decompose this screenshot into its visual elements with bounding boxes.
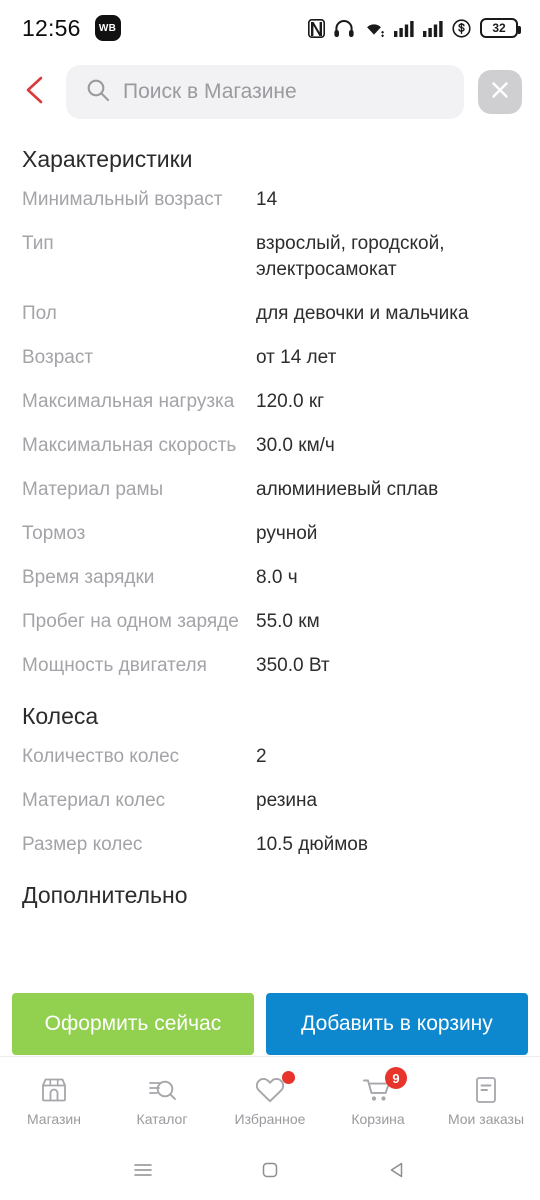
orders-icon	[472, 1074, 500, 1106]
wifi-icon	[363, 19, 385, 38]
nfc-icon	[308, 18, 325, 38]
spec-row: Пол для девочки и мальчика	[22, 301, 518, 327]
spec-row: Количество колес 2	[22, 744, 518, 770]
back-button-system[interactable]	[377, 1152, 417, 1192]
add-to-cart-button[interactable]: Добавить в корзину	[265, 993, 528, 1055]
shield-dollar-icon	[452, 18, 471, 38]
spec-label: Максимальная скорость	[22, 435, 237, 456]
section-title: Характеристики	[22, 146, 193, 172]
spec-row: Тип взрослый, городской, электросамокат	[22, 231, 518, 283]
section-title: Колеса	[22, 703, 99, 729]
back-button[interactable]	[18, 75, 52, 109]
spec-label: Пол	[22, 303, 57, 324]
system-navigation-bar	[0, 1144, 540, 1200]
heart-icon	[254, 1071, 295, 1106]
tab-catalog[interactable]: Каталог	[108, 1057, 216, 1144]
tab-label: Корзина	[351, 1111, 405, 1127]
back-triangle-icon	[386, 1159, 408, 1186]
spec-row: Минимальный возраст 14	[22, 187, 518, 213]
store-icon	[39, 1074, 69, 1106]
clear-search-button[interactable]	[478, 70, 522, 114]
spec-value: взрослый, городской, электросамокат	[256, 233, 445, 280]
battery-icon: 32	[480, 18, 521, 38]
spec-value: 8.0 ч	[256, 567, 298, 588]
spec-value: алюминиевый сплав	[256, 479, 439, 500]
spec-row: Материал рамы алюминиевый сплав	[22, 477, 518, 503]
spec-row: Возраст от 14 лет	[22, 345, 518, 371]
tab-label: Магазин	[26, 1111, 81, 1127]
spec-label: Мощность двигателя	[22, 655, 207, 676]
spec-value: 30.0 км/ч	[256, 435, 335, 456]
spec-value: для девочки и мальчика	[256, 303, 469, 324]
spec-label: Максимальная нагрузка	[22, 391, 235, 412]
spec-label: Тип	[22, 233, 54, 254]
spec-row: Мощность двигателя 350.0 Вт	[22, 653, 518, 679]
status-bar-right: 32	[308, 18, 521, 38]
order-now-button[interactable]: Оформить сейчас	[12, 993, 254, 1055]
spec-label: Количество колес	[22, 746, 180, 767]
spec-row: Пробег на одном заряде 55.0 км	[22, 609, 518, 635]
spec-label: Материал рамы	[22, 479, 164, 500]
back-chevron-icon	[22, 74, 48, 111]
tab-label: Мои заказы	[447, 1111, 525, 1127]
spec-label: Материал колес	[22, 790, 166, 811]
tab-favorites[interactable]: Избранное	[216, 1057, 324, 1144]
spec-value: 10.5 дюймов	[256, 834, 368, 855]
tab-label: Каталог	[136, 1111, 188, 1127]
action-bar: Оформить сейчас Добавить в корзину	[0, 992, 540, 1056]
spec-row: Максимальная нагрузка 120.0 кг	[22, 389, 518, 415]
spec-value: ручной	[256, 523, 318, 544]
recents-button[interactable]	[123, 1152, 163, 1192]
spec-row: Размер колес 10.5 дюймов	[22, 832, 518, 858]
cart-count-badge: 9	[385, 1067, 407, 1089]
cart-icon: 9	[362, 1067, 407, 1106]
home-button[interactable]	[250, 1152, 290, 1192]
spec-value: 2	[256, 746, 267, 767]
spec-value: 120.0 кг	[256, 391, 325, 412]
search-icon	[86, 78, 110, 107]
spec-value: 14	[256, 189, 278, 210]
spec-value: 55.0 км	[256, 611, 320, 632]
search-header: Поиск в Магазине	[0, 56, 540, 128]
spec-row: Материал колес резина	[22, 788, 518, 814]
wb-app-badge: WB	[94, 15, 121, 41]
recents-icon	[132, 1159, 154, 1186]
spec-label: Время зарядки	[22, 567, 155, 588]
tab-cart[interactable]: 9 Корзина	[324, 1057, 432, 1144]
spec-row: Максимальная скорость 30.0 км/ч	[22, 433, 518, 459]
status-time: 12:56	[22, 14, 81, 41]
battery-percent: 32	[492, 21, 506, 35]
status-bar: 12:56 WB 32	[0, 0, 540, 56]
catalog-icon	[147, 1074, 177, 1106]
spec-row: Время зарядки 8.0 ч	[22, 565, 518, 591]
tab-store[interactable]: Магазин	[0, 1057, 108, 1144]
spec-value: 350.0 Вт	[256, 655, 330, 676]
status-bar-left: 12:56 WB	[22, 15, 121, 42]
specifications-content: Характеристики Минимальный возраст 14 Ти…	[0, 146, 540, 909]
section-title: Дополнительно	[22, 882, 188, 908]
home-square-icon	[259, 1159, 281, 1186]
search-placeholder: Поиск в Магазине	[123, 80, 297, 103]
tab-orders[interactable]: Мои заказы	[432, 1057, 540, 1144]
close-icon	[488, 78, 512, 107]
spec-label: Тормоз	[22, 523, 86, 544]
signal-icon	[394, 20, 414, 37]
spec-label: Пробег на одном заряде	[22, 611, 239, 632]
spec-value: от 14 лет	[256, 347, 337, 368]
signal-icon	[423, 20, 443, 37]
spec-value: резина	[256, 790, 318, 811]
bottom-tab-bar: Магазин Каталог Избранное 9 Корзина Мои …	[0, 1056, 540, 1144]
spec-label: Размер колес	[22, 834, 143, 855]
tab-label: Избранное	[234, 1111, 306, 1127]
spec-label: Возраст	[22, 347, 94, 368]
favorites-dot-badge	[282, 1071, 295, 1084]
spec-row: Тормоз ручной	[22, 521, 518, 547]
spec-label: Минимальный возраст	[22, 189, 223, 210]
headphones-icon	[334, 19, 354, 38]
search-input[interactable]: Поиск в Магазине	[66, 65, 464, 119]
